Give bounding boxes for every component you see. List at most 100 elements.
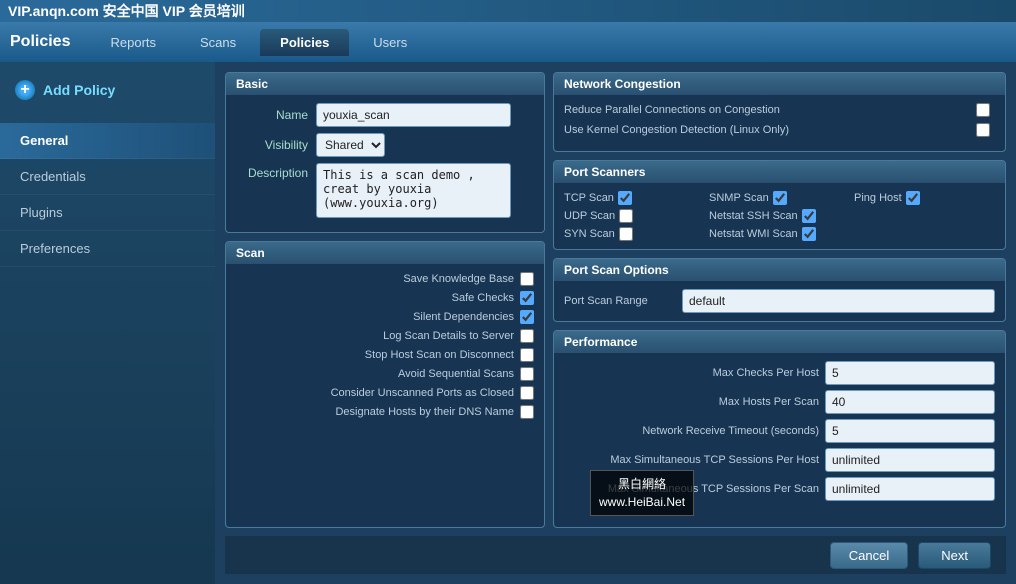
nc-item-1: Use Kernel Congestion Detection (Linux O… [564, 123, 995, 137]
ps-netwmi-checkbox[interactable] [802, 227, 816, 241]
ps-udp-label: UDP Scan [564, 210, 615, 222]
nav-logo: Policies [10, 33, 70, 51]
watermark-line2: www.HeiBai.Net [599, 493, 685, 511]
scan-item-6-label: Consider Unscanned Ports as Closed [331, 387, 514, 399]
scan-item-3-checkbox[interactable] [520, 329, 534, 343]
description-input[interactable]: This is a scan demo , creat by youxia (w… [316, 163, 511, 218]
scan-item-5-checkbox[interactable] [520, 367, 534, 381]
scan-item-1-checkbox[interactable] [520, 291, 534, 305]
nav-bar: Policies Reports Scans Policies Users [0, 22, 1016, 62]
scan-item-3-label: Log Scan Details to Server [383, 330, 514, 342]
ps-snmp-checkbox[interactable] [773, 191, 787, 205]
scan-item-0: Save Knowledge Base [236, 272, 534, 286]
perf-row-0: Max Checks Per Host [564, 361, 995, 385]
main-content: + Add Policy General Credentials Plugins… [0, 62, 1016, 584]
nc-item-0-label: Reduce Parallel Connections on Congestio… [564, 104, 976, 116]
pso-range-input[interactable] [682, 289, 995, 313]
scan-item-5-label: Avoid Sequential Scans [398, 368, 514, 380]
pso-title: Port Scan Options [554, 259, 1005, 281]
perf-title: Performance [554, 331, 1005, 353]
visibility-select[interactable]: Shared Private [316, 133, 385, 157]
nc-item-0: Reduce Parallel Connections on Congestio… [564, 103, 995, 117]
next-button[interactable]: Next [918, 542, 991, 569]
perf-input-4[interactable] [825, 477, 995, 501]
watermark: 黑白網絡 www.HeiBai.Net [590, 470, 694, 516]
visibility-row: Visibility Shared Private [236, 133, 534, 157]
bottom-bar: Cancel Next [225, 536, 1006, 574]
ps-cell-syn: SYN Scan [564, 227, 705, 241]
name-input[interactable] [316, 103, 511, 127]
nav-tab-policies[interactable]: Policies [260, 29, 349, 56]
perf-input-3[interactable] [825, 448, 995, 472]
ps-cell-ping: Ping Host [854, 191, 995, 205]
perf-input-2[interactable] [825, 419, 995, 443]
scan-item-0-checkbox[interactable] [520, 272, 534, 286]
ps-cell-netssh: Netstat SSH Scan [709, 209, 850, 223]
scan-body: Save Knowledge Base Safe Checks Silent D… [226, 264, 544, 432]
scan-item-4-checkbox[interactable] [520, 348, 534, 362]
name-row: Name [236, 103, 534, 127]
ps-tcp-checkbox[interactable] [618, 191, 632, 205]
scan-item-2-label: Silent Dependencies [413, 311, 514, 323]
perf-row-2: Network Receive Timeout (seconds) [564, 419, 995, 443]
ps-netwmi-label: Netstat WMI Scan [709, 228, 798, 240]
top-banner: VIP.anqn.com 安全中国 VIP 会员培训 [0, 0, 1016, 22]
nc-item-0-checkbox[interactable] [976, 103, 990, 117]
scan-item-3: Log Scan Details to Server [236, 329, 534, 343]
perf-row-3: Max Simultaneous TCP Sessions Per Host [564, 448, 995, 472]
ps-tcp-label: TCP Scan [564, 192, 614, 204]
scan-item-1: Safe Checks [236, 291, 534, 305]
sidebar-item-preferences[interactable]: Preferences [0, 231, 215, 267]
pso-range-label: Port Scan Range [564, 295, 674, 307]
sidebar-item-credentials[interactable]: Credentials [0, 159, 215, 195]
ps-title: Port Scanners [554, 161, 1005, 183]
visibility-label: Visibility [236, 138, 316, 152]
ps-ping-checkbox[interactable] [906, 191, 920, 205]
nav-tab-reports[interactable]: Reports [90, 29, 176, 56]
add-policy-label: Add Policy [43, 82, 115, 98]
perf-input-0[interactable] [825, 361, 995, 385]
pso-body: Port Scan Range [554, 281, 1005, 321]
scan-item-7: Designate Hosts by their DNS Name [236, 405, 534, 419]
nav-tab-scans[interactable]: Scans [180, 29, 256, 56]
ps-cell-netwmi: Netstat WMI Scan [709, 227, 850, 241]
pso-row: Port Scan Range [564, 289, 995, 313]
scan-item-7-checkbox[interactable] [520, 405, 534, 419]
perf-label-3: Max Simultaneous TCP Sessions Per Host [564, 454, 819, 466]
ps-cell-snmp: SNMP Scan [709, 191, 850, 205]
sidebar-item-general[interactable]: General [0, 123, 215, 159]
scan-item-4: Stop Host Scan on Disconnect [236, 348, 534, 362]
perf-input-1[interactable] [825, 390, 995, 414]
port-scan-options-section: Port Scan Options Port Scan Range [553, 258, 1006, 322]
scan-item-1-label: Safe Checks [452, 292, 514, 304]
scan-item-0-label: Save Knowledge Base [403, 273, 514, 285]
scan-section: Scan Save Knowledge Base Safe Checks Sil… [225, 241, 545, 528]
port-scanners-section: Port Scanners TCP Scan SNMP Scan [553, 160, 1006, 250]
scan-item-4-label: Stop Host Scan on Disconnect [365, 349, 514, 361]
scan-item-6-checkbox[interactable] [520, 386, 534, 400]
basic-body: Name Visibility Shared Private Descripti… [226, 95, 544, 232]
description-label: Description [236, 163, 316, 180]
nc-title: Network Congestion [554, 73, 1005, 95]
ps-syn-checkbox[interactable] [619, 227, 633, 241]
scan-title: Scan [226, 242, 544, 264]
scan-item-6: Consider Unscanned Ports as Closed [236, 386, 534, 400]
ps-body: TCP Scan SNMP Scan Ping Host [554, 183, 1005, 249]
name-label: Name [236, 108, 316, 122]
perf-label-2: Network Receive Timeout (seconds) [564, 425, 819, 437]
sidebar-item-plugins[interactable]: Plugins [0, 195, 215, 231]
nc-item-1-checkbox[interactable] [976, 123, 990, 137]
scan-item-2-checkbox[interactable] [520, 310, 534, 324]
ps-udp-checkbox[interactable] [619, 209, 633, 223]
ps-syn-label: SYN Scan [564, 228, 615, 240]
perf-label-0: Max Checks Per Host [564, 367, 819, 379]
scan-item-2: Silent Dependencies [236, 310, 534, 324]
watermark-line1: 黑白網絡 [599, 475, 685, 493]
ps-netssh-checkbox[interactable] [802, 209, 816, 223]
nav-tab-users[interactable]: Users [353, 29, 427, 56]
ps-cell-udp: UDP Scan [564, 209, 705, 223]
cancel-button[interactable]: Cancel [830, 542, 908, 569]
add-policy-icon: + [15, 80, 35, 100]
right-panels: Network Congestion Reduce Parallel Conne… [553, 72, 1006, 528]
add-policy-button[interactable]: + Add Policy [0, 72, 215, 108]
